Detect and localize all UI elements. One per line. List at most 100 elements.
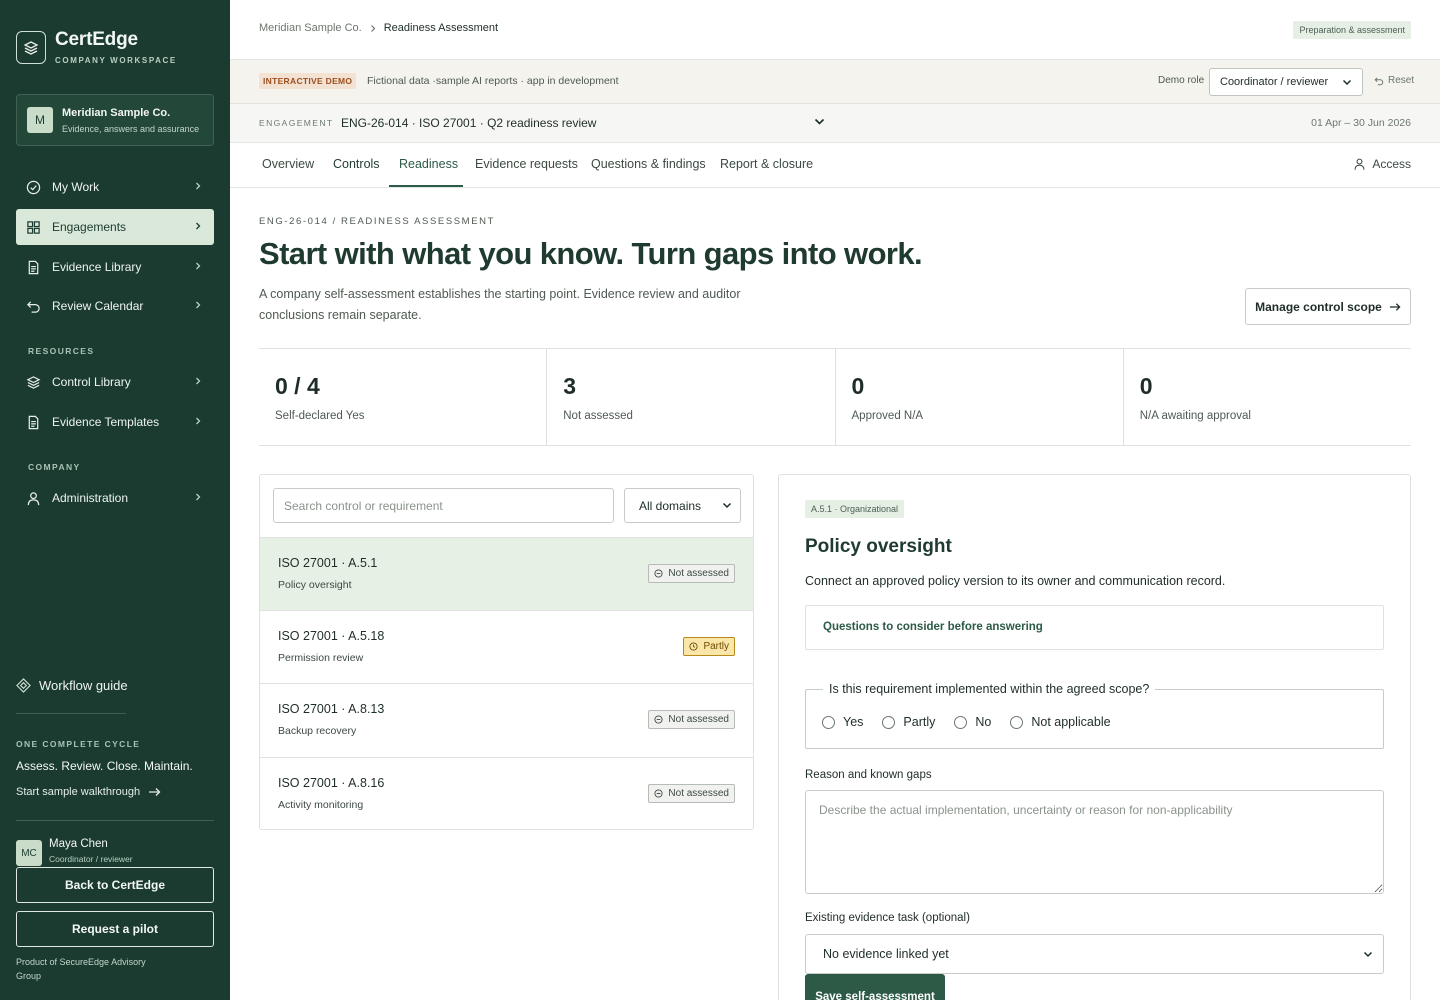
tab-overview[interactable]: Overview [262, 157, 314, 171]
chevron-right-icon [196, 301, 201, 309]
breadcrumb-company[interactable]: Meridian Sample Co. [259, 22, 362, 34]
active-tab-indicator [389, 185, 463, 187]
layers-icon [26, 375, 41, 389]
stat-self-declared-yes: 0 / 4 Self-declared Yes [259, 349, 546, 445]
table-row[interactable]: ISO 27001 · A.8.16 Activity monitoring N… [260, 757, 753, 829]
walkthrough-label: Start sample walkthrough [16, 786, 141, 798]
radio-label: Not applicable [1031, 715, 1111, 729]
back-to-certedge-button[interactable]: Back to CertEdge [16, 867, 214, 903]
radio-not-applicable[interactable]: Not applicable [1010, 715, 1111, 729]
evidence-task-label: Existing evidence task (optional) [805, 912, 970, 924]
radio-circle[interactable] [882, 715, 896, 729]
demo-banner: INTERACTIVE DEMO Fictional data ·sample … [230, 60, 1440, 104]
chevron-right-icon [370, 24, 376, 32]
control-domain-badge: A.5.1 · Organizational [805, 500, 905, 518]
sidebar-item-engagements[interactable]: Engagements [16, 209, 214, 245]
radio-circle[interactable] [822, 715, 835, 729]
sidebar-item-control-library[interactable]: Control Library [16, 364, 214, 400]
access-label: Access [1372, 157, 1411, 171]
user-profile[interactable]: MC Maya Chen Coordinator / reviewer [16, 838, 133, 866]
radio-yes[interactable]: Yes [822, 715, 863, 729]
diamond-grid-icon [16, 678, 31, 693]
evidence-task-select[interactable]: No evidence linked yet [805, 934, 1384, 974]
start-walkthrough-link[interactable]: Start sample walkthrough [16, 786, 161, 798]
access-button[interactable]: Access [1353, 157, 1411, 171]
domain-filter-select[interactable]: All domains [624, 488, 741, 523]
implementation-options: Yes Partly No Not applicable [822, 715, 1130, 729]
implementation-fieldset: Is this requirement implemented within t… [805, 682, 1384, 749]
control-name: Policy oversight [278, 579, 352, 591]
table-row[interactable]: ISO 27001 · A.5.18 Permission review Par… [260, 610, 753, 683]
implementation-question: Is this requirement implemented within t… [823, 682, 1156, 696]
stat-value: 3 [563, 373, 577, 399]
engagement-bar: ENGAGEMENT ENG-26-014 · ISO 27001 · Q2 r… [230, 104, 1440, 143]
reason-label: Reason and known gaps [805, 769, 932, 781]
sidebar-item-label: Control Library [52, 375, 131, 389]
user-name: Maya Chen [49, 838, 108, 850]
domain-filter-value: All domains [639, 498, 702, 513]
page-description: A company self-assessment establishes th… [259, 287, 741, 322]
save-self-assessment-button[interactable]: Save self-assessment [805, 974, 945, 1000]
stat-value: 0 [851, 373, 865, 399]
user-icon [1354, 158, 1365, 170]
control-name: Backup recovery [278, 725, 357, 737]
sidebar-item-label: Review Calendar [52, 299, 144, 313]
reset-label: Reset [1388, 75, 1415, 86]
reset-button[interactable]: Reset [1374, 75, 1414, 86]
sidebar-item-label: My Work [52, 180, 100, 194]
page-title: Start with what you know. Turn gaps into… [259, 236, 923, 271]
tab-evidence-requests[interactable]: Evidence requests [475, 157, 578, 171]
stats-row: 0 / 4 Self-declared Yes 3 Not assessed 0… [259, 348, 1411, 446]
chevron-down-icon [1363, 951, 1373, 957]
layers-logo-icon [16, 31, 46, 64]
tab-report-closure[interactable]: Report & closure [720, 157, 813, 171]
search-input[interactable] [273, 488, 614, 523]
tab-readiness[interactable]: Readiness [399, 157, 458, 171]
stat-label: Not assessed [563, 410, 633, 422]
sidebar-item-review-calendar[interactable]: Review Calendar [16, 288, 214, 324]
request-pilot-button[interactable]: Request a pilot [16, 911, 214, 947]
manage-control-scope-label: Manage control scope [1255, 299, 1382, 314]
status-badge: Not assessed [648, 784, 735, 803]
sidebar-item-evidence-library[interactable]: Evidence Library [16, 249, 214, 285]
chevron-down-icon [1342, 79, 1352, 85]
divider [16, 820, 214, 821]
chevron-right-icon [196, 222, 201, 230]
sidebar-item-evidence-templates[interactable]: Evidence Templates [16, 404, 214, 440]
reason-textarea[interactable] [805, 790, 1384, 894]
brand-name: CertEdge [55, 29, 138, 50]
engagement-select[interactable]: ENG-26-014 · ISO 27001 · Q2 readiness re… [341, 116, 825, 130]
check-circle-icon [26, 180, 41, 194]
demo-role-select[interactable]: Coordinator / reviewer [1209, 68, 1363, 96]
tab-questions-findings[interactable]: Questions & findings [591, 157, 706, 171]
company-switcher[interactable]: M Meridian Sample Co. Evidence, answers … [16, 94, 214, 146]
manage-control-scope-button[interactable]: Manage control scope [1245, 288, 1411, 325]
brand-subtitle: COMPANY WORKSPACE [55, 56, 177, 65]
radio-partly[interactable]: Partly [882, 715, 935, 729]
document-icon [28, 415, 39, 429]
sidebar-item-label: Evidence Templates [52, 415, 160, 429]
status-label: Not assessed [668, 788, 729, 799]
radio-circle[interactable] [954, 715, 968, 729]
table-row[interactable]: ISO 27001 · A.8.13 Backup recovery Not a… [260, 683, 753, 756]
company-description: Evidence, answers and assurance [62, 123, 200, 134]
radio-circle[interactable] [1010, 715, 1024, 729]
demo-notice: Fictional data ·sample AI reports · app … [367, 75, 619, 87]
user-icon [27, 491, 40, 505]
sidebar-item-label: Engagements [52, 220, 127, 234]
tab-controls[interactable]: Controls [333, 157, 380, 171]
sidebar-item-my-work[interactable]: My Work [16, 169, 214, 205]
control-id: ISO 27001 · A.8.16 [278, 776, 385, 790]
sidebar-item-administration[interactable]: Administration [16, 480, 214, 516]
table-row[interactable]: ISO 27001 · A.5.1 Policy oversight Not a… [260, 537, 753, 610]
breadcrumb-current: Readiness Assessment [383, 22, 499, 34]
questions-disclosure[interactable]: Questions to consider before answering [805, 605, 1384, 650]
brand[interactable]: CertEdge COMPANY WORKSPACE [16, 30, 177, 65]
sidebar: CertEdge COMPANY WORKSPACE M Meridian Sa… [0, 0, 230, 1000]
workflow-guide-link[interactable]: Workflow guide [16, 678, 128, 693]
chevron-down-icon[interactable] [814, 118, 825, 126]
radio-no[interactable]: No [954, 715, 991, 729]
stat-value: 0 [1139, 373, 1153, 399]
company-section-label: COMPANY [28, 462, 81, 472]
minus-circle-icon [654, 715, 663, 724]
